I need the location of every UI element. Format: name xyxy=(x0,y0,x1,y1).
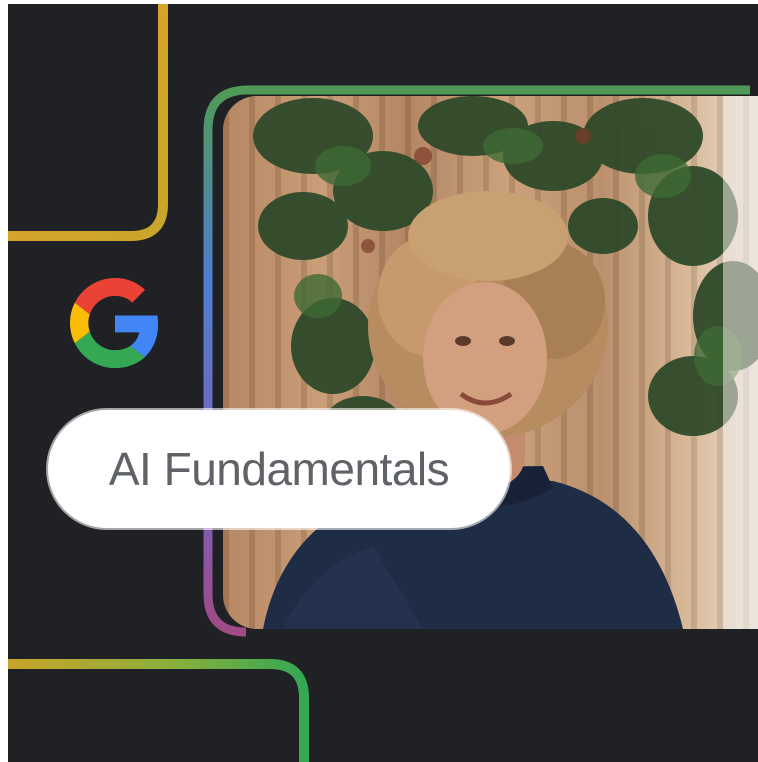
person-photo xyxy=(223,96,758,629)
dark-panel: AI Fundamentals xyxy=(8,4,758,762)
google-g-icon xyxy=(70,278,159,368)
person xyxy=(263,191,683,629)
course-title-badge: AI Fundamentals xyxy=(48,410,510,528)
thumbnail: AI Fundamentals xyxy=(0,0,758,762)
frame-bottom-left xyxy=(8,659,309,762)
frame-top-left xyxy=(8,4,168,241)
course-title: AI Fundamentals xyxy=(108,443,450,495)
